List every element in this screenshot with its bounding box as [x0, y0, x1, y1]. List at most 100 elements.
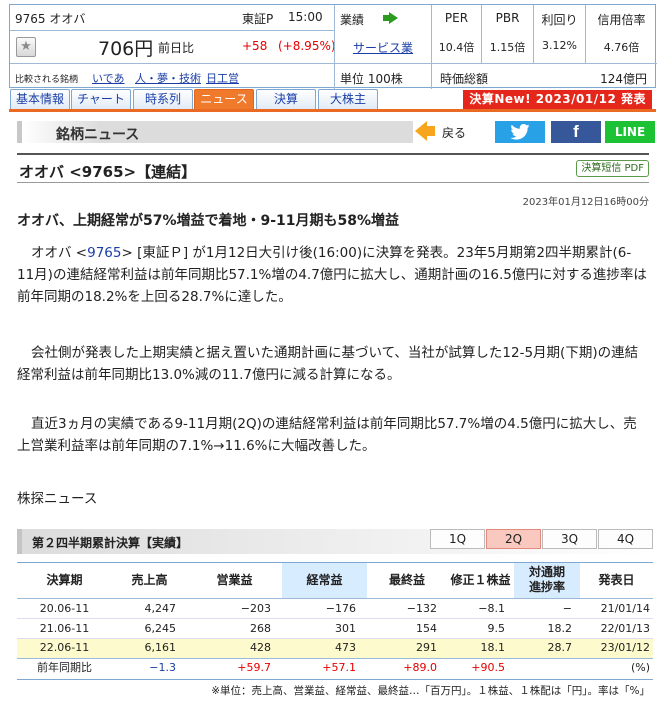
cell-operating: 268: [250, 622, 271, 635]
per-cell: PER 10.4倍: [431, 5, 481, 63]
twitter-share-button[interactable]: [495, 121, 545, 143]
compare-link[interactable]: 日工営: [206, 70, 239, 86]
unit-cell: 単位 100株: [334, 63, 431, 89]
cell-net: 154: [416, 622, 437, 635]
margin-cell: 信用倍率 4.76倍: [585, 5, 657, 63]
sector-link[interactable]: サービス業: [353, 39, 413, 56]
stock-header: 9765 オオバ 東証P 15:00 ★ 706円 前日比 +58 (+8.95…: [9, 4, 657, 89]
col-header-sales: 売上高: [131, 573, 168, 587]
cell-progress: 28.7: [547, 641, 573, 654]
cell-progress: −: [562, 602, 572, 615]
compare-label: 比較される銘柄: [15, 75, 79, 85]
cell-net: 291: [416, 641, 437, 654]
cell-date: 22/01/13: [600, 622, 650, 635]
tab-results[interactable]: 決算: [256, 89, 316, 109]
per-label: PER: [444, 11, 469, 25]
article-headline: オオバ、上期経常が57%増益で着地・9-11月期も58%増益: [17, 213, 400, 229]
results-new-badge[interactable]: 決算New! 2023/01/12 発表: [463, 90, 652, 109]
tab-chart[interactable]: チャート: [71, 89, 131, 109]
cell-yoy-unit: (%): [630, 661, 650, 674]
col-header-progress-l2: 進捗率: [528, 580, 565, 594]
tab-news[interactable]: ニュース: [194, 89, 254, 109]
cell-yoy-ordinary: +57.1: [322, 661, 356, 674]
cell-progress: 18.2: [547, 622, 573, 635]
back-arrow-icon: [415, 121, 435, 141]
yield-cell: 利回り 3.12%: [533, 5, 585, 63]
quarter-1q-button[interactable]: 1Q: [430, 529, 485, 549]
trading-unit: 単位 100株: [340, 72, 403, 86]
margin-value: 4.76倍: [603, 41, 640, 54]
gyoseki-label[interactable]: 業績: [340, 11, 364, 28]
tab-basic[interactable]: 基本情報: [10, 89, 70, 109]
cell-date: 23/01/12: [600, 641, 650, 654]
cell-eps: −8.1: [478, 602, 505, 615]
cell-operating: −203: [240, 602, 271, 615]
col-header-period: 決算期: [46, 573, 83, 587]
tab-timeseries[interactable]: 時系列: [133, 89, 193, 109]
company-title: オオバ <9765>【連結】: [19, 163, 197, 181]
table-divider: [17, 598, 653, 599]
cell-yoy-eps: +90.5: [471, 661, 505, 674]
per-value: 10.4倍: [438, 41, 475, 54]
col-header-progress-l1: 対通期: [528, 565, 565, 579]
table-header-row: 決算期 売上高 営業益 経常益 最終益 修正１株益 対通期 進捗率 発表日: [17, 563, 653, 598]
facebook-share-button[interactable]: f: [551, 121, 601, 143]
compare-link[interactable]: 人・夢・技術: [135, 70, 201, 86]
margin-label: 信用倍率: [597, 13, 646, 27]
star-icon[interactable]: ★: [16, 37, 36, 57]
stock-code-link[interactable]: 9765: [87, 245, 121, 261]
price-change: +58: [242, 39, 268, 53]
tanshin-pdf-button[interactable]: 決算短信 PDF: [576, 160, 649, 177]
quarter-2q-button[interactable]: 2Q: [486, 529, 541, 549]
quarter-3q-button[interactable]: 3Q: [542, 529, 597, 549]
line-label: LINE: [614, 125, 646, 139]
col-header-eps: 修正１株益: [450, 573, 511, 587]
yield-value: 3.12%: [542, 39, 577, 52]
article-timestamp: 2023年01月12日16時00分: [522, 197, 649, 208]
table-divider: [17, 618, 653, 619]
col-header-operating: 営業益: [216, 573, 253, 587]
table-row: 21.06-11 6,245 268 301 154 9.5 18.2 22/0…: [17, 620, 653, 637]
section-title: 銘柄ニュース: [56, 127, 140, 143]
results-footnote: ※単位：売上高、営業益、経常益、最終益…「百万円」。１株益、１株配は「円」。率は…: [211, 685, 650, 697]
facebook-icon: f: [573, 122, 579, 141]
stock-code-name: 9765 オオバ: [15, 12, 86, 26]
paragraph-text: オオバ <: [31, 245, 88, 261]
cell-ordinary: −176: [325, 602, 356, 615]
quarter-4q-button[interactable]: 4Q: [598, 529, 653, 549]
price-change-pct: (+8.95%): [278, 39, 336, 53]
market-cap-cell: 時価総額 124億円: [431, 63, 657, 89]
compare-link[interactable]: いであ: [92, 70, 125, 86]
cell-period: 21.06-11: [39, 622, 90, 635]
pbr-cell: PBR 1.15倍: [481, 5, 533, 63]
tab-bar: 基本情報 チャート 時系列 ニュース 決算 大株主 決算New! 2023/01…: [9, 88, 656, 112]
cell-yoy-operating: +59.7: [237, 661, 271, 674]
col-header-ordinary: 経常益: [282, 563, 367, 598]
line-share-button[interactable]: LINE: [605, 121, 655, 143]
table-row-yoy: 前年同期比 −1.3 +59.7 +57.1 +89.0 +90.5 (%): [17, 659, 653, 676]
col-header-progress: 対通期 進捗率: [514, 563, 580, 598]
cell-ordinary: 301: [335, 622, 356, 635]
compare-cell: 比較される銘柄 いであ 人・夢・技術 日工営: [10, 63, 334, 89]
table-row-latest: 22.06-11 6,161 428 473 291 18.1 28.7 23/…: [17, 639, 653, 658]
cell-ordinary: 473: [335, 641, 356, 654]
cell-sales: 6,161: [144, 641, 177, 654]
price-cell: ★ 706円 前日比 +58 (+8.95%): [10, 31, 336, 63]
article-paragraph: 直近3ヵ月の実績である9-11月期(2Q)の連結経常利益は前年同期比57.7%増…: [17, 416, 637, 454]
back-label: 戻る: [442, 126, 467, 140]
arrow-right-icon[interactable]: [383, 12, 398, 24]
cell-date: 21/01/14: [600, 602, 650, 615]
article-title-bar: オオバ <9765>【連結】 決算短信 PDF: [17, 153, 649, 183]
cell-net: −132: [406, 602, 437, 615]
cell-period: 20.06-11: [39, 602, 90, 615]
tab-shareholders[interactable]: 大株主: [318, 89, 378, 109]
col-header-net: 最終益: [388, 573, 425, 587]
article-paragraph: 会社側が発表した上期実績と据え置いた通期計画に基づいて、当社が試算した12-5月…: [17, 345, 639, 383]
table-row: 20.06-11 4,247 −203 −176 −132 −8.1 − 21/…: [17, 600, 653, 617]
pbr-label: PBR: [495, 11, 520, 25]
cell-yoy-sales: −1.3: [149, 661, 176, 674]
cell-period: 22.06-11: [39, 641, 90, 654]
market-label: 東証P: [242, 12, 274, 26]
price-time: 15:00: [288, 10, 323, 24]
gyoseki-cell: 業績 サービス業: [334, 5, 431, 63]
